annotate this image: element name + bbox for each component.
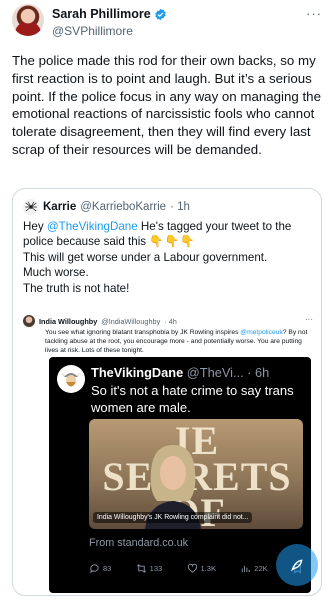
screenshot-mention: @metpoliceuk xyxy=(240,329,283,336)
inner-post-time: · 6h xyxy=(247,365,270,380)
author-handle[interactable]: @SVPhillimore xyxy=(52,24,133,38)
quoted-line-2: This will get worse under a Labour gover… xyxy=(23,250,268,264)
inner-author: TheVikingDane @TheVi... · 6h xyxy=(91,365,269,380)
quoted-avatar xyxy=(23,199,39,215)
quoted-line-1: Hey @TheVikingDane He's tagged your twee… xyxy=(23,219,315,250)
screenshot-author-name: India Willoughby xyxy=(39,316,98,326)
feather-compose-icon xyxy=(290,559,303,572)
author-name[interactable]: Sarah Phillimore xyxy=(52,7,151,21)
quoted-post-text: Hey @TheVikingDane He's tagged your twee… xyxy=(23,219,315,296)
quoted-post-header: Karrie @KarrieboKarrie · 1h xyxy=(23,199,190,215)
heart-icon xyxy=(187,563,197,573)
repost-count: 133 xyxy=(149,564,163,573)
screenshot-more-icon: ··· xyxy=(305,315,313,324)
screenshot-time: · 4h xyxy=(164,316,177,326)
spider-avatar-icon xyxy=(25,201,37,212)
inner-dark-post: TheVikingDane @TheVi... · 6h So it's not… xyxy=(49,357,311,593)
quoted-post[interactable]: Karrie @KarrieboKarrie · 1h Hey @TheViki… xyxy=(12,188,322,596)
repost-icon xyxy=(136,564,146,573)
screenshot-header: India Willoughby @IndiaWilloughby · 4h ·… xyxy=(23,315,313,327)
screenshot-author-handle: @IndiaWilloughby xyxy=(101,316,161,326)
quoted-line-3: Much worse. xyxy=(23,266,89,280)
reply-count: 83 xyxy=(103,564,112,573)
screenshot-text: You see what ignoring blatant transphobi… xyxy=(45,328,311,356)
inner-author-handle: @TheVi... xyxy=(186,365,244,380)
views-action: 22K xyxy=(240,563,268,574)
reply-action: 83 xyxy=(89,563,111,574)
reply-icon xyxy=(90,564,99,574)
avatar[interactable] xyxy=(12,4,44,36)
inner-post-text: So it's not a hate crime to say trans wo… xyxy=(91,383,294,415)
verified-badge-icon xyxy=(155,8,166,20)
pointing-down-emoji: 👇👇👇 xyxy=(149,235,196,249)
link-card-image: IE SECRETS OF UMBLEDO India Willoughby's… xyxy=(89,419,303,529)
quoted-post-time: · 1h xyxy=(170,201,190,213)
author-name-row: Sarah Phillimore xyxy=(52,7,167,21)
more-options-icon[interactable]: ··· xyxy=(306,6,322,21)
floating-compose-button[interactable] xyxy=(276,544,318,586)
screenshot-text-prefix: You see what ignoring blatant transphobi… xyxy=(45,329,241,336)
quoted-line-4: The truth is not hate! xyxy=(23,281,130,295)
viking-avatar-icon xyxy=(61,372,81,387)
like-action: 1.3K xyxy=(187,563,216,574)
repost-action: 133 xyxy=(136,563,163,574)
attached-screenshot[interactable]: India Willoughby @IndiaWilloughby · 4h ·… xyxy=(23,311,313,595)
link-card-caption: India Willoughby's JK Rowling complaint … xyxy=(93,512,253,523)
link-source: From standard.co.uk xyxy=(89,537,189,549)
views-chart-icon xyxy=(242,565,250,573)
quoted-line-1-prefix: Hey xyxy=(23,220,47,233)
post-text: The police made this rod for their own b… xyxy=(12,53,321,157)
view-count: 22K xyxy=(254,564,268,573)
mention-link[interactable]: @TheVikingDane xyxy=(47,220,138,233)
quoted-author-name[interactable]: Karrie xyxy=(43,201,76,213)
inner-action-bar: 83 133 1.3K 22K xyxy=(89,563,303,574)
post-header: Sarah Phillimore @SVPhillimore ··· xyxy=(12,4,322,44)
inner-author-name: TheVikingDane xyxy=(91,365,184,380)
like-count: 1.3K xyxy=(200,564,216,573)
quoted-author-handle[interactable]: @KarrieboKarrie xyxy=(80,201,166,213)
viking-avatar xyxy=(57,365,85,393)
screenshot-avatar xyxy=(23,315,35,327)
